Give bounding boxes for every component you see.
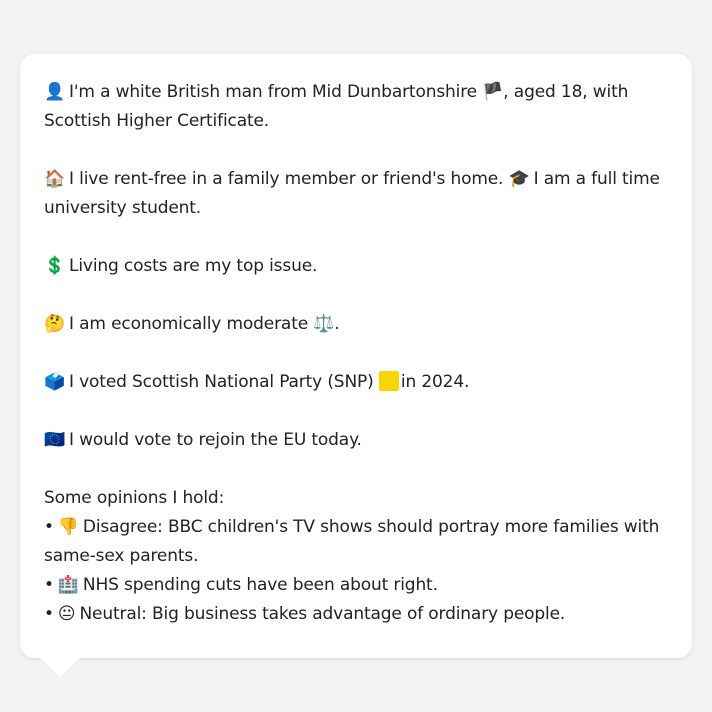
- eu-flag-icon: 🇪🇺: [44, 430, 66, 450]
- house-icon: 🏠: [44, 169, 66, 189]
- economics-paragraph: 🤔 I am economically moderate ⚖️.: [44, 310, 668, 339]
- opinions-heading: Some opinions I hold:: [44, 488, 225, 508]
- person-icon: 👤: [44, 82, 66, 102]
- student-text: I am a full time: [533, 169, 660, 189]
- graduation-cap-icon: 🎓: [508, 169, 530, 189]
- ballot-box-icon: 🗳️: [44, 372, 66, 392]
- opinion-item: • 🏥 NHS spending cuts have been about righ…: [44, 571, 668, 600]
- vote-text: I voted Scottish National Party (SNP): [69, 372, 374, 392]
- neutral-face-icon: 😐: [57, 604, 76, 624]
- chat-message-bubble: 👤 I'm a white British man from Mid Dunbar…: [20, 54, 692, 658]
- opinion-item: • 👎 Disagree: BBC children's TV shows shou…: [44, 513, 668, 542]
- vote-paragraph: 🗳️ I voted Scottish National Party (SNP) …: [44, 368, 668, 397]
- intro-qualification: Scottish Higher Certificate.: [44, 111, 270, 131]
- opinion-text: NHS spending cuts have been about right.: [82, 575, 438, 595]
- scales-icon: ⚖️: [313, 314, 335, 334]
- persona-description: 👤 I'm a white British man from Mid Dunbar…: [44, 78, 668, 629]
- thinking-face-icon: 🤔: [44, 314, 66, 334]
- issue-text: Living costs are my top issue.: [69, 256, 318, 276]
- intro-paragraph: 👤 I'm a white British man from Mid Dunbar…: [44, 78, 668, 136]
- vote-year-text: in 2024.: [400, 372, 470, 392]
- economics-text: I am economically moderate: [69, 314, 309, 334]
- home-text: I live rent-free in a family member or f…: [69, 169, 504, 189]
- opinion-text: Neutral: Big business takes advantage of…: [79, 604, 566, 624]
- bullet: •: [44, 575, 54, 595]
- bubble-tail: [40, 657, 80, 677]
- economics-period: .: [334, 314, 340, 334]
- eu-paragraph: 🇪🇺 I would vote to rejoin the EU today.: [44, 426, 668, 455]
- issue-paragraph: 💲 Living costs are my top issue.: [44, 252, 668, 281]
- thumbs-down-icon: 👎: [57, 517, 79, 537]
- intro-text: I'm a white British man from Mid Dunbart…: [69, 82, 477, 102]
- intro-age-text: , aged 18, with: [503, 82, 629, 102]
- bullet: •: [44, 604, 54, 624]
- hospital-icon: 🏥: [57, 575, 79, 595]
- opinions-section: Some opinions I hold: • 👎 Disagree: BBC ch…: [44, 484, 668, 629]
- living-paragraph: 🏠 I live rent-free in a family member or …: [44, 165, 668, 223]
- opinion-text-cont: same-sex parents.: [44, 546, 199, 566]
- bullet: •: [44, 517, 54, 537]
- scotland-flag-icon: 🏴: [482, 82, 504, 102]
- eu-text: I would vote to rejoin the EU today.: [69, 430, 362, 450]
- opinion-item: • 😐 Neutral: Big business takes advantage …: [44, 600, 668, 629]
- student-text-cont: university student.: [44, 198, 202, 218]
- dollar-icon: 💲: [44, 256, 66, 276]
- opinion-text: Disagree: BBC children's TV shows should…: [82, 517, 660, 537]
- snp-yellow-square-icon: [378, 371, 399, 391]
